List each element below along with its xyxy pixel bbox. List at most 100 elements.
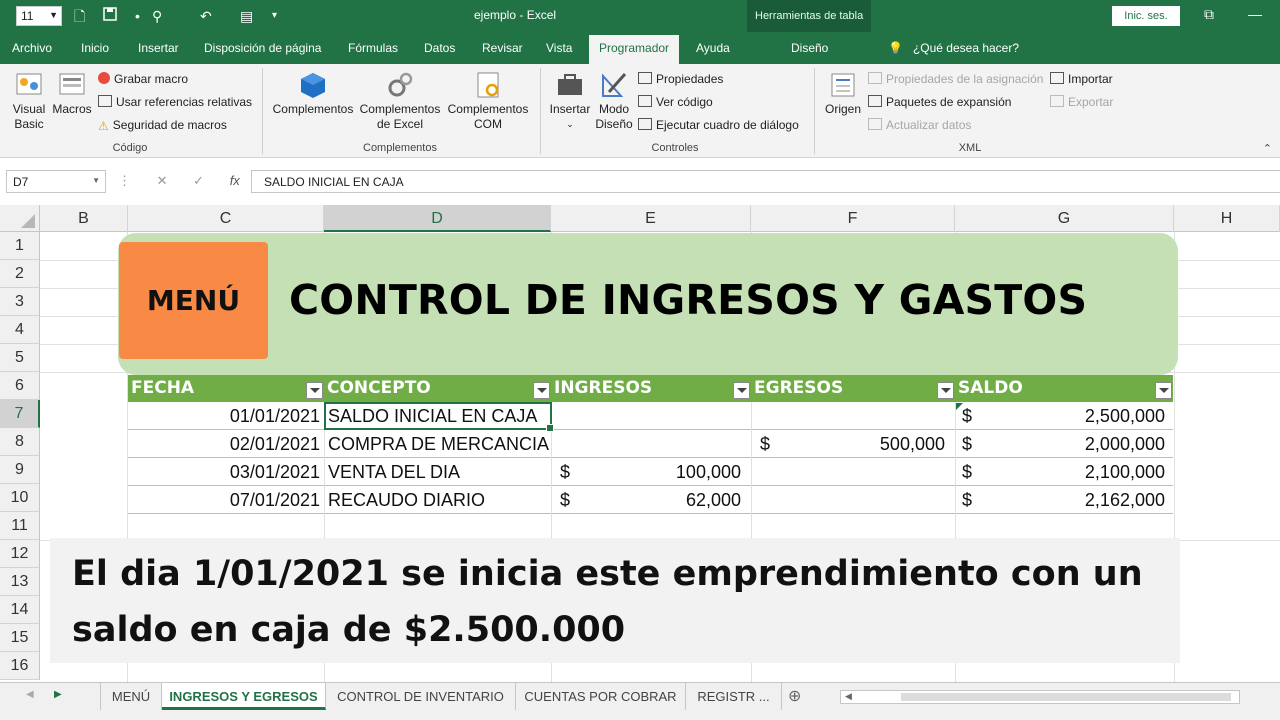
row-header-6[interactable]: 6 bbox=[0, 372, 40, 400]
collapse-ribbon-icon[interactable]: ⌃ bbox=[1263, 142, 1272, 155]
column-header-f[interactable]: F bbox=[751, 205, 955, 232]
exportar-button[interactable]: Exportar bbox=[1050, 95, 1113, 110]
menu-button[interactable]: MENÚ bbox=[119, 242, 268, 359]
cell-fecha[interactable]: 01/01/2021 bbox=[128, 402, 320, 430]
formula-input[interactable]: SALDO INICIAL EN CAJA bbox=[251, 170, 1280, 193]
seguridad-macros-button[interactable]: ⚠ Seguridad de macros bbox=[98, 118, 227, 134]
sheet-tab-cuentas-cobrar[interactable]: CUENTAS POR COBRAR bbox=[516, 683, 686, 710]
sheet-tab-ingresos-egresos[interactable]: INGRESOS Y EGRESOS bbox=[162, 683, 326, 710]
name-box[interactable]: D7 ▼ bbox=[6, 170, 106, 193]
row-header-1[interactable]: 1 bbox=[0, 232, 40, 260]
propiedades-button[interactable]: Propiedades bbox=[638, 72, 723, 87]
tab-vista[interactable]: Vista bbox=[546, 41, 572, 55]
chevron-down-icon[interactable]: ▼ bbox=[49, 10, 58, 20]
chevron-down-icon[interactable]: ▼ bbox=[92, 176, 100, 185]
cell-concepto[interactable]: RECAUDO DIARIO bbox=[328, 486, 485, 514]
row-header-4[interactable]: 4 bbox=[0, 316, 40, 344]
filter-dropdown-icon[interactable] bbox=[306, 382, 323, 399]
table-row[interactable]: 07/01/2021 RECAUDO DIARIO $ 62,000 $ 2,1… bbox=[128, 486, 1173, 514]
font-size-box[interactable]: 11 ▼ bbox=[16, 6, 62, 26]
cell-fecha[interactable]: 02/01/2021 bbox=[128, 430, 320, 458]
row-header-12[interactable]: 12 bbox=[0, 540, 40, 568]
tab-datos[interactable]: Datos bbox=[424, 41, 455, 55]
column-header-g[interactable]: G bbox=[955, 205, 1174, 232]
tab-archivo[interactable]: Archivo bbox=[12, 41, 52, 55]
origen-button[interactable]: Origen bbox=[822, 70, 864, 117]
cell-saldo[interactable]: 2,500,000 bbox=[988, 402, 1165, 430]
cell-fecha[interactable]: 03/01/2021 bbox=[128, 458, 320, 486]
tell-me-search[interactable]: 💡 ¿Qué desea hacer? bbox=[888, 41, 1019, 55]
row-header-14[interactable]: 14 bbox=[0, 596, 40, 624]
enter-icon[interactable]: ✓ bbox=[193, 173, 204, 188]
add-sheet-icon[interactable]: ⊕ bbox=[788, 686, 801, 706]
cell-saldo[interactable]: 2,100,000 bbox=[988, 458, 1165, 486]
filter-dropdown-icon[interactable] bbox=[533, 382, 550, 399]
actualizar-datos-button[interactable]: Actualizar datos bbox=[868, 118, 971, 133]
row-header-11[interactable]: 11 bbox=[0, 512, 40, 540]
row-header-16[interactable]: 16 bbox=[0, 652, 40, 680]
table-row[interactable]: 03/01/2021 VENTA DEL DIA $ 100,000 $ 2,1… bbox=[128, 458, 1173, 486]
visual-basic-button[interactable]: Visual Basic bbox=[8, 70, 50, 132]
column-header-b[interactable]: B bbox=[40, 205, 128, 232]
row-header-9[interactable]: 9 bbox=[0, 456, 40, 484]
signin-button[interactable]: Inic. ses. bbox=[1112, 6, 1180, 26]
customize-qat-icon[interactable]: ▾ bbox=[272, 6, 277, 26]
active-cell-selection[interactable] bbox=[324, 402, 554, 432]
complementos-button[interactable]: Complementos bbox=[270, 70, 356, 117]
row-header-7[interactable]: 7 bbox=[0, 400, 40, 428]
insertar-control-button[interactable]: Insertar ⌄ bbox=[548, 70, 592, 132]
paquetes-expansion-button[interactable]: Paquetes de expansión bbox=[868, 95, 1011, 110]
column-header-h[interactable]: H bbox=[1174, 205, 1280, 232]
tab-revisar[interactable]: Revisar bbox=[482, 41, 523, 55]
horizontal-scrollbar[interactable]: ◀ bbox=[840, 690, 1240, 704]
table-row[interactable]: 02/01/2021 COMPRA DE MERCANCIA $ 500,000… bbox=[128, 430, 1173, 458]
complementos-com-button[interactable]: Complementos COM bbox=[444, 70, 532, 132]
row-header-15[interactable]: 15 bbox=[0, 624, 40, 652]
tab-insertar[interactable]: Insertar bbox=[138, 41, 179, 55]
save-icon[interactable] bbox=[103, 6, 117, 26]
row-header-3[interactable]: 3 bbox=[0, 288, 40, 316]
cell-concepto[interactable]: COMPRA DE MERCANCIA bbox=[328, 430, 549, 458]
ejecutar-cuadro-button[interactable]: Ejecutar cuadro de diálogo bbox=[638, 118, 799, 133]
propiedades-asignacion-button[interactable]: Propiedades de la asignación bbox=[868, 72, 1043, 87]
row-header-5[interactable]: 5 bbox=[0, 344, 40, 372]
new-file-icon[interactable]: 🗋 bbox=[74, 6, 85, 26]
macros-button[interactable]: Macros bbox=[52, 70, 92, 117]
table-row[interactable]: 01/01/2021 SALDO INICIAL EN CAJA $ 2,500… bbox=[128, 402, 1173, 430]
tab-programador[interactable]: Programador bbox=[589, 35, 680, 64]
ribbon-display-icon[interactable]: ⧉ bbox=[1204, 6, 1214, 23]
insert-function-icon[interactable]: fx bbox=[230, 173, 240, 188]
undo-icon[interactable]: ↶ bbox=[200, 6, 212, 26]
cell-saldo[interactable]: 2,000,000 bbox=[988, 430, 1165, 458]
bullet-icon[interactable]: • bbox=[135, 6, 140, 26]
tab-disposicion[interactable]: Disposición de página bbox=[204, 41, 321, 55]
modo-diseno-button[interactable]: Modo Diseño bbox=[594, 70, 634, 132]
cell-egresos[interactable]: 500,000 bbox=[788, 430, 945, 458]
column-header-c[interactable]: C bbox=[128, 205, 324, 232]
scroll-left-icon[interactable]: ◀ bbox=[26, 689, 34, 700]
tab-inicio[interactable]: Inicio bbox=[81, 41, 109, 55]
tab-formulas[interactable]: Fórmulas bbox=[348, 41, 398, 55]
sheet-tab-menu[interactable]: MENÚ bbox=[100, 683, 162, 710]
sheet-tab-control-inventario[interactable]: CONTROL DE INVENTARIO bbox=[326, 683, 516, 710]
complementos-excel-button[interactable]: Complementos de Excel bbox=[356, 70, 444, 132]
scroll-left-icon[interactable]: ◀ bbox=[845, 691, 852, 702]
touch-mode-icon[interactable]: ⚲ bbox=[152, 6, 162, 26]
usar-referencias-button[interactable]: Usar referencias relativas bbox=[98, 95, 252, 110]
form-icon[interactable]: ▤ bbox=[240, 6, 253, 26]
minimize-icon[interactable]: — bbox=[1248, 6, 1262, 22]
select-all-button[interactable] bbox=[0, 205, 40, 232]
scroll-right-icon[interactable]: ▶ bbox=[54, 689, 62, 700]
filter-dropdown-icon[interactable] bbox=[733, 382, 750, 399]
row-header-13[interactable]: 13 bbox=[0, 568, 40, 596]
column-header-d[interactable]: D bbox=[324, 205, 551, 232]
cell-saldo[interactable]: 2,162,000 bbox=[988, 486, 1165, 514]
sheet-tab-registro[interactable]: REGISTR ... bbox=[686, 683, 782, 710]
scrollbar-thumb[interactable] bbox=[901, 693, 1231, 701]
ver-codigo-button[interactable]: Ver código bbox=[638, 95, 713, 110]
column-header-e[interactable]: E bbox=[551, 205, 751, 232]
cell-fecha[interactable]: 07/01/2021 bbox=[128, 486, 320, 514]
cancel-icon[interactable]: ✕ bbox=[157, 173, 168, 188]
cell-ingresos[interactable]: 100,000 bbox=[588, 458, 741, 486]
filter-dropdown-icon[interactable] bbox=[1155, 382, 1172, 399]
